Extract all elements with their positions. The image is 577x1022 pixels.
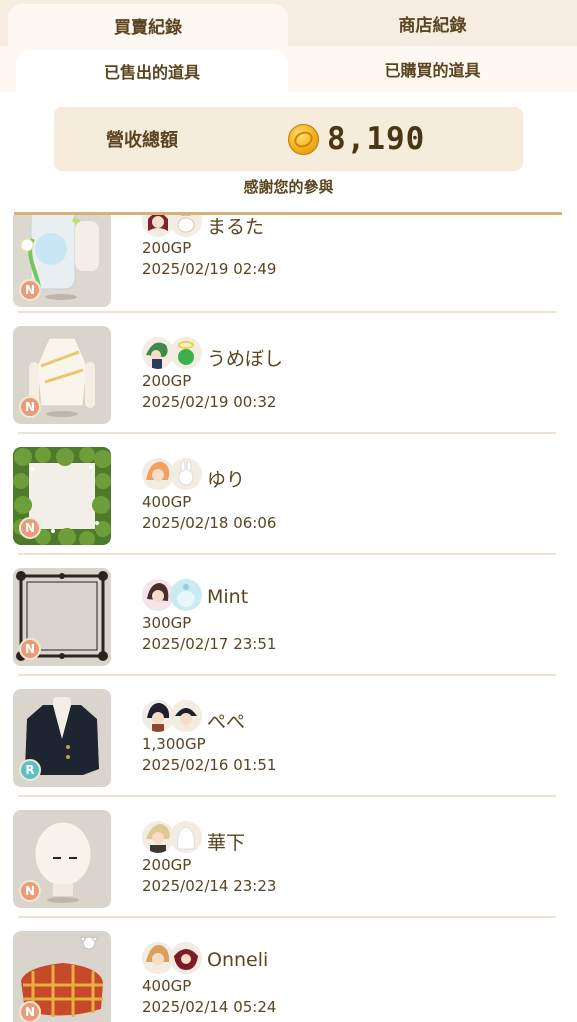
rarity-badge: N [19, 279, 41, 301]
lantern-vase-icon: N [13, 215, 111, 307]
rarity-badge: N [19, 396, 41, 418]
avatar-pair [142, 700, 204, 734]
bald-head-icon: N [13, 810, 111, 908]
row-divider [18, 553, 556, 555]
seller-name: うめぼし [207, 348, 284, 370]
seller-name: Onneli [207, 949, 269, 971]
sale-date: 2025/02/17 23:51 [142, 635, 277, 653]
top-tab-bar: 買賣紀錄 商店紀錄 [0, 0, 577, 46]
sale-date: 2025/02/14 05:24 [142, 998, 277, 1016]
item-price: 1,300GP [142, 735, 206, 753]
list-item[interactable]: N まるた 200GP 2025/02/19 02:49 [0, 215, 577, 322]
tab-sold-items[interactable]: 已售出的道具 [16, 50, 288, 92]
seller-avatar [170, 700, 202, 732]
item-price: 300GP [142, 614, 192, 632]
sub-tab-bar: 已售出的道具 已購買的道具 [0, 46, 577, 92]
seller-avatar [170, 579, 202, 611]
item-price: 400GP [142, 977, 192, 995]
plaid-cushion-icon: N [13, 931, 111, 1022]
row-divider [18, 311, 556, 313]
sale-date: 2025/02/14 23:23 [142, 877, 277, 895]
seller-avatar [170, 215, 202, 237]
row-divider [18, 674, 556, 676]
row-divider [18, 432, 556, 434]
tab-shop-history[interactable]: 商店紀錄 [288, 0, 577, 46]
row-divider [18, 916, 556, 918]
avatar-pair [142, 579, 204, 613]
leaf-frame-icon: N [13, 447, 111, 545]
black-jacket-icon: R [13, 689, 111, 787]
seller-avatar [170, 942, 202, 974]
sale-date: 2025/02/16 01:51 [142, 756, 277, 774]
thanks-message: 感謝您的參與 [243, 178, 334, 196]
tab-purchased-items[interactable]: 已購買的道具 [288, 46, 577, 92]
rarity-badge: N [19, 517, 41, 539]
seller-name: 華下 [207, 832, 246, 854]
list-item[interactable]: N 華下 200GP 2025/02/14 23:23 [0, 809, 577, 930]
revenue-summary: 營收總額 8,190 [54, 107, 523, 171]
avatar-pair [142, 337, 204, 371]
white-top-icon: N [13, 326, 111, 424]
sale-date: 2025/02/19 00:32 [142, 393, 277, 411]
ornate-frame-icon: N [13, 568, 111, 666]
seller-name: ぺぺ [207, 711, 246, 733]
revenue-label: 營收總額 [106, 130, 178, 151]
seller-name: Mint [207, 586, 249, 608]
avatar-pair [142, 215, 204, 239]
list-item[interactable]: N Onneli 400GP 2025/02/14 05:24 [0, 930, 577, 1022]
gold-coin-icon [288, 124, 319, 155]
avatar-pair [142, 821, 204, 855]
seller-avatar [170, 821, 202, 853]
revenue-value: 8,190 [327, 121, 426, 157]
item-price: 200GP [142, 372, 192, 390]
list-item[interactable]: N うめぼし 200GP 2025/02/19 00:32 [0, 325, 577, 446]
row-divider [18, 795, 556, 797]
seller-avatar [170, 458, 202, 490]
item-price: 200GP [142, 856, 192, 874]
rarity-badge: N [19, 1001, 41, 1022]
seller-avatar [170, 337, 202, 369]
avatar-pair [142, 942, 204, 976]
item-price: 400GP [142, 493, 192, 511]
rarity-badge: N [19, 638, 41, 660]
sold-items-list[interactable]: N まるた 200GP 2025/02/19 02:49 N うめぼし 200G… [0, 215, 577, 1022]
sale-date: 2025/02/18 06:06 [142, 514, 277, 532]
seller-name: まるた [207, 216, 265, 238]
seller-name: ゆり [207, 469, 246, 491]
rarity-badge: N [19, 880, 41, 902]
rarity-badge: R [19, 759, 41, 781]
list-item[interactable]: R ぺぺ 1,300GP 2025/02/16 01:51 [0, 688, 577, 809]
tab-trade-history[interactable]: 買賣紀錄 [8, 4, 288, 46]
list-item[interactable]: N Mint 300GP 2025/02/17 23:51 [0, 567, 577, 688]
avatar-pair [142, 458, 204, 492]
item-price: 200GP [142, 239, 192, 257]
list-item[interactable]: N ゆり 400GP 2025/02/18 06:06 [0, 446, 577, 567]
sale-date: 2025/02/19 02:49 [142, 260, 277, 278]
